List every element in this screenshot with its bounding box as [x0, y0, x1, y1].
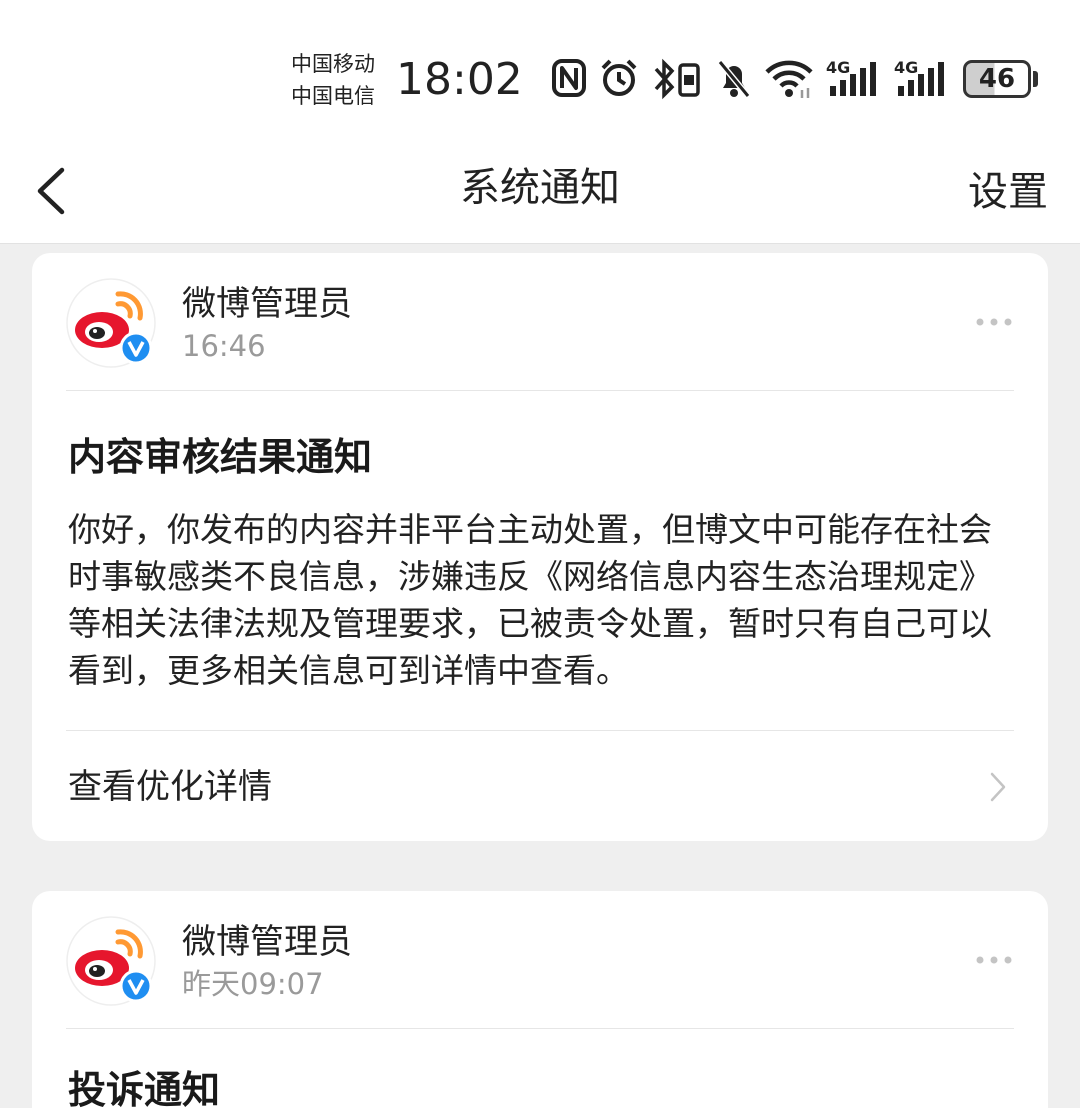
verified-badge-icon: [119, 969, 153, 1003]
carrier-1: 中国移动: [291, 52, 375, 76]
alarm-icon: [601, 59, 637, 96]
signal-icon: 4G: [894, 58, 950, 100]
notice-body: 你好，你发布的内容并非平台主动处置，但博文中可能存在社会时事敏感类不良信息，涉嫌…: [68, 510, 992, 690]
signal-bars: [898, 62, 944, 96]
notice-title: 投诉通知: [68, 1068, 221, 1108]
battery-level: 46: [978, 64, 1016, 94]
carrier-2: 中国电信: [291, 84, 375, 108]
notification-time: 16:46: [182, 329, 266, 363]
divider: [66, 730, 1014, 731]
notification-time: 昨天09:07: [182, 967, 324, 1001]
signal-bars: [830, 62, 876, 96]
notification-card: 微博管理员 昨天09:07 投诉通知: [32, 891, 1048, 1108]
status-clock: 18:02: [396, 54, 523, 105]
page-title: 系统通知: [460, 165, 620, 211]
notice-title: 内容审核结果通知: [68, 435, 373, 479]
chevron-right-icon[interactable]: [988, 770, 1008, 804]
more-options-button[interactable]: [974, 315, 1014, 329]
battery-icon: 46: [963, 60, 1031, 98]
signal-icon: 4G: [826, 58, 882, 100]
weibo-logo-avatar[interactable]: [66, 278, 156, 368]
weibo-logo-avatar[interactable]: [66, 916, 156, 1006]
sender-name[interactable]: 微博管理员: [182, 921, 352, 963]
more-options-button[interactable]: [974, 953, 1014, 967]
verified-badge-icon: [119, 331, 153, 365]
status-bar: 中国移动 中国电信 18:02 4G 4G 46: [0, 0, 1080, 150]
view-details-link[interactable]: 查看优化详情: [68, 766, 272, 808]
sender-name[interactable]: 微博管理员: [182, 283, 352, 325]
wifi-icon: [765, 60, 813, 98]
mute-icon: [717, 60, 751, 98]
divider: [66, 1028, 1014, 1029]
bluetooth-icon: [654, 58, 700, 100]
nfc-icon: [552, 59, 586, 97]
settings-button[interactable]: 设置: [968, 168, 1048, 216]
nav-bar: 系统通知 设置: [0, 150, 1080, 244]
notification-card: 微博管理员 16:46 内容审核结果通知 你好，你发布的内容并非平台主动处置，但…: [32, 253, 1048, 841]
battery-tip: [1033, 71, 1038, 87]
divider: [66, 390, 1014, 391]
carrier-info: 中国移动 中国电信: [291, 48, 375, 112]
